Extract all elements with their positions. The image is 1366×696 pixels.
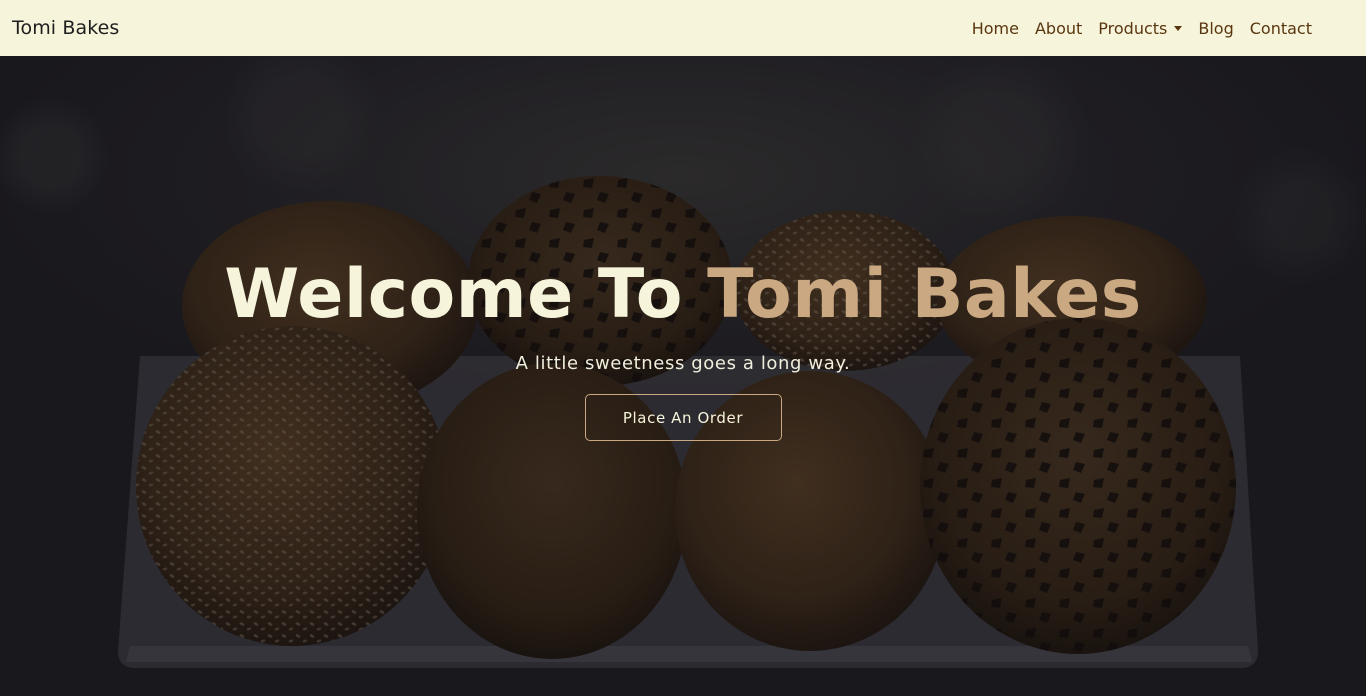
- hero-title: Welcome To Tomi Bakes: [224, 261, 1142, 329]
- navbar: Tomi Bakes Home About Products Blog Cont…: [0, 0, 1366, 56]
- nav-link-blog[interactable]: Blog: [1190, 19, 1241, 38]
- hero-title-welcome: Welcome To: [224, 255, 683, 334]
- hero-section: Welcome To Tomi Bakes A little sweetness…: [0, 56, 1366, 696]
- nav-links: Home About Products Blog Contact: [964, 19, 1320, 38]
- hero-title-brand: Tomi Bakes: [707, 255, 1142, 334]
- hero-subtitle: A little sweetness goes a long way.: [515, 353, 851, 374]
- nav-link-products[interactable]: Products: [1090, 19, 1190, 38]
- nav-link-contact[interactable]: Contact: [1242, 19, 1320, 38]
- nav-link-home[interactable]: Home: [964, 19, 1027, 38]
- brand-logo[interactable]: Tomi Bakes: [12, 17, 119, 39]
- nav-link-products-label: Products: [1098, 18, 1168, 38]
- caret-down-icon: [1174, 25, 1183, 31]
- nav-link-about[interactable]: About: [1027, 19, 1090, 38]
- hero-content: Welcome To Tomi Bakes A little sweetness…: [0, 56, 1366, 696]
- place-order-button[interactable]: Place An Order: [584, 394, 782, 441]
